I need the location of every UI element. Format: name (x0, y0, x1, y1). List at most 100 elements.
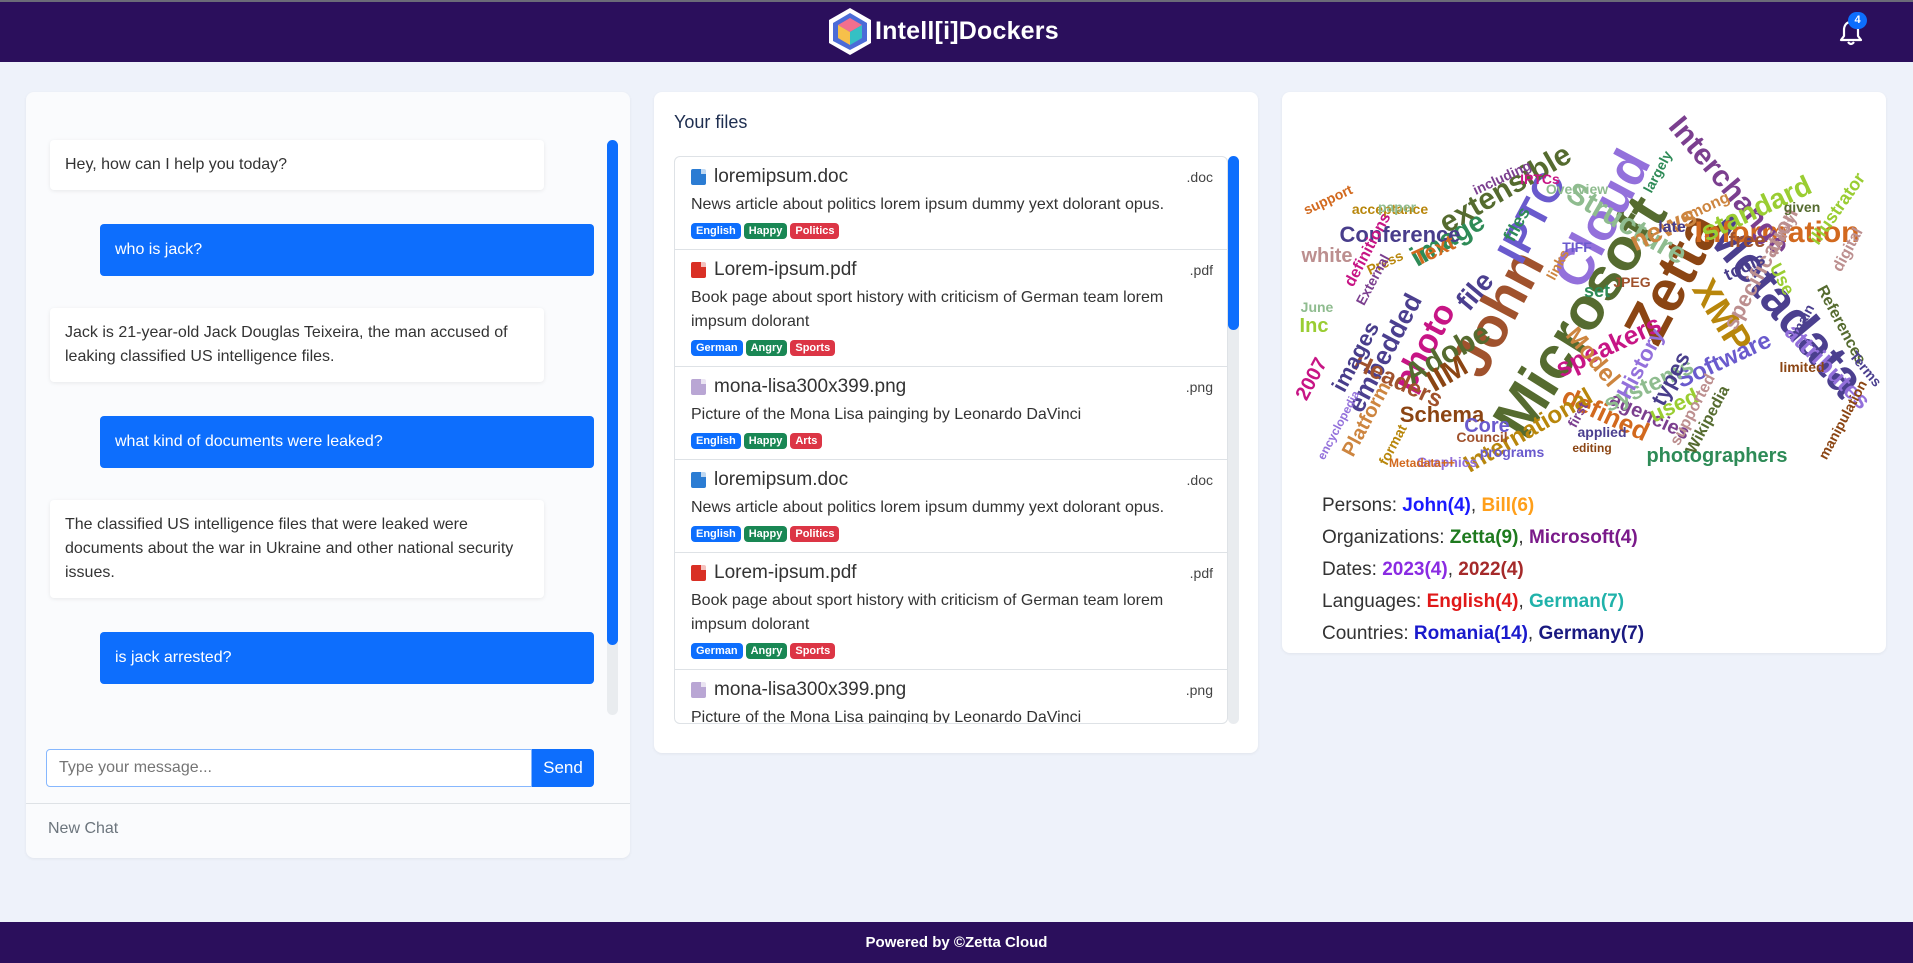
user-message: is jack arrested? (100, 632, 594, 684)
entity-value[interactable]: John(4) (1402, 495, 1471, 516)
entity-label: Persons: (1322, 495, 1397, 516)
file-tag-topic: Sports (790, 340, 836, 356)
entity-label: Countries: (1322, 623, 1409, 644)
word-cloud-term: applied (1577, 424, 1626, 440)
word-cloud-term: Metadata++ (1389, 456, 1455, 470)
file-name[interactable]: loremipsum.doc (714, 469, 848, 491)
file-name[interactable]: Lorem-ipsum.pdf (714, 259, 857, 281)
footer: Powered by ©Zetta Cloud (0, 922, 1913, 963)
file-tag-mood: Happy (743, 223, 788, 239)
notification-badge: 4 (1848, 12, 1867, 29)
brand-logo-icon (829, 8, 871, 55)
file-tag-topic: Politics (790, 223, 840, 239)
file-tags: German Angry Sports (691, 340, 1213, 356)
file-extension: .pdf (1189, 565, 1213, 581)
entity-row: Languages: English(4), German(7) (1322, 591, 1625, 612)
user-message: what kind of documents were leaked? (100, 416, 594, 468)
file-description: Picture of the Mona Lisa painging by Leo… (691, 406, 1082, 423)
file-item[interactable]: Lorem-ipsum.pdf .pdf Book page about sport… (675, 553, 1227, 670)
files-panel: Your files loremipsum.doc .doc News articl… (654, 92, 1258, 753)
file-description: News article about politics lorem ipsum … (691, 499, 1165, 516)
entity-summary: Persons: John(4), Bill(6) Organizations: … (1322, 490, 1644, 650)
file-extension: .doc (1186, 169, 1213, 185)
files-title: Your files (674, 112, 748, 132)
entity-value[interactable]: Microsoft(4) (1529, 527, 1638, 548)
entity-value[interactable]: English(4) (1427, 591, 1519, 612)
entity-row: Dates: 2023(4), 2022(4) (1322, 559, 1524, 580)
files-scrollbar-thumb[interactable] (1228, 156, 1239, 330)
word-cloud-term: set (1584, 281, 1610, 301)
png-file-icon (691, 379, 706, 395)
file-description: News article about politics lorem ipsum … (691, 196, 1165, 213)
doc-file-icon (691, 169, 706, 185)
entity-value[interactable]: Bill(6) (1481, 495, 1534, 516)
file-description: Book page about sport history with criti… (691, 289, 1164, 330)
user-message: who is jack? (100, 224, 594, 276)
file-extension: .png (1185, 379, 1213, 395)
file-item[interactable]: loremipsum.doc .doc News article about pol… (675, 157, 1227, 250)
file-tags: English Happy Arts (691, 433, 1213, 449)
file-name[interactable]: mona-lisa300x399.png (714, 679, 906, 701)
message-input[interactable] (46, 749, 532, 787)
word-cloud-term: June (1301, 299, 1334, 315)
bot-message: Jack is 21-year-old Jack Douglas Teixeir… (50, 308, 544, 382)
word-cloud-term: Inc (1300, 315, 1329, 337)
entity-value[interactable]: Zetta(9) (1450, 527, 1519, 548)
file-item[interactable]: mona-lisa300x399.png .png Picture of the M… (675, 367, 1227, 460)
new-chat-link[interactable]: New Chat (48, 820, 118, 838)
entity-row: Countries: Romania(14), Germany(7) (1322, 623, 1645, 644)
file-tag-mood: Happy (743, 433, 788, 449)
entity-label: Languages: (1322, 591, 1422, 612)
files-list: loremipsum.doc .doc News article about pol… (674, 156, 1228, 724)
file-tags: German Angry Sports (691, 643, 1213, 659)
word-cloud-term: given (1784, 199, 1821, 215)
brand-name: Intell[i]Dockers (875, 16, 1059, 45)
file-tags: English Happy Politics (691, 223, 1213, 239)
file-description: Book page about sport history with criti… (691, 592, 1164, 633)
entity-row: Persons: John(4), Bill(6) (1322, 495, 1535, 516)
file-item[interactable]: loremipsum.doc .doc News article about pol… (675, 460, 1227, 553)
bot-message: The classified US intelligence files tha… (50, 500, 544, 598)
file-tags: English Happy Politics (691, 526, 1213, 542)
file-tag-topic: Arts (790, 433, 823, 449)
file-tag-topic: Sports (790, 643, 836, 659)
file-item[interactable]: Lorem-ipsum.pdf .pdf Book page about sport… (675, 250, 1227, 367)
word-cloud-term: editing (1572, 441, 1611, 455)
send-button[interactable]: Send (532, 749, 594, 787)
entity-value[interactable]: Germany(7) (1538, 623, 1644, 644)
file-description: Picture of the Mona Lisa painging by Leo… (691, 709, 1082, 724)
word-cloud: Microsoft MetadataZettaJohnIPTCCloud Infor… (1292, 110, 1886, 472)
file-name[interactable]: Lorem-ipsum.pdf (714, 562, 857, 584)
pdf-file-icon (691, 565, 706, 581)
entity-value[interactable]: 2022(4) (1458, 559, 1524, 580)
chat-scrollbar-thumb[interactable] (607, 140, 618, 645)
bot-message: Hey, how can I help you today? (50, 140, 544, 190)
file-tag-lang: English (691, 433, 741, 449)
file-tag-lang: English (691, 223, 741, 239)
file-name[interactable]: mona-lisa300x399.png (714, 376, 906, 398)
file-tag-mood: Angry (745, 340, 788, 356)
entity-row: Organizations: Zetta(9), Microsoft(4) (1322, 527, 1638, 548)
word-cloud-term: 2007 (1292, 354, 1332, 404)
word-cloud-term: late (1658, 219, 1686, 236)
chat-divider (26, 803, 630, 804)
file-name[interactable]: loremipsum.doc (714, 166, 848, 188)
file-tag-lang: German (691, 340, 743, 356)
file-item[interactable]: mona-lisa300x399.png .png Picture of the M… (675, 670, 1227, 724)
entity-label: Organizations: (1322, 527, 1445, 548)
word-cloud-term: JPEG (1613, 274, 1650, 290)
file-extension: .png (1185, 682, 1213, 698)
brand[interactable]: Intell[i]Dockers (825, 6, 1059, 56)
file-tag-mood: Angry (745, 643, 788, 659)
file-extension: .pdf (1189, 262, 1213, 278)
word-cloud-term: IPTCs (1520, 171, 1560, 187)
entity-value[interactable]: 2023(4) (1382, 559, 1448, 580)
entity-label: Dates: (1322, 559, 1377, 580)
file-tag-mood: Happy (743, 526, 788, 542)
file-extension: .doc (1186, 472, 1213, 488)
entity-value[interactable]: German(7) (1529, 591, 1624, 612)
word-cloud-term: limited (1779, 359, 1824, 375)
word-cloud-term: support (1301, 181, 1355, 218)
entity-value[interactable]: Romania(14) (1414, 623, 1528, 644)
chat-panel (26, 92, 630, 858)
